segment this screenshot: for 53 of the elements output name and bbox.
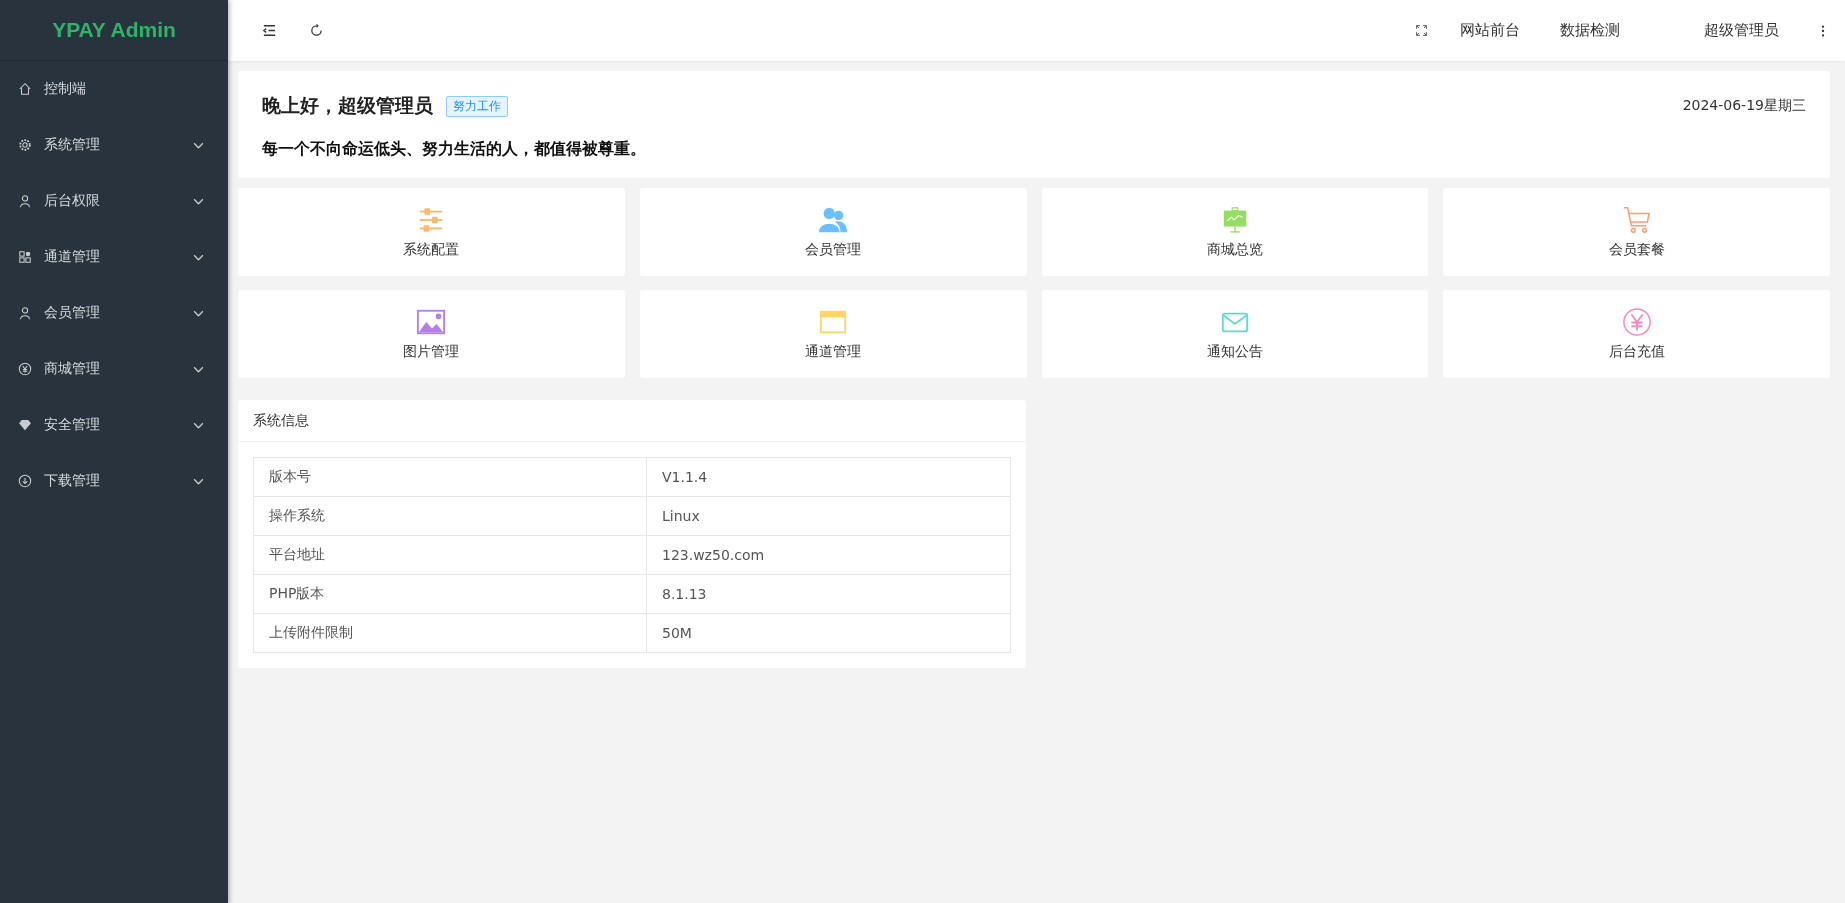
fullscreen-icon[interactable] [1415,24,1428,37]
table-cell: 8.1.13 [646,574,1011,614]
menu-fold-icon[interactable] [262,23,277,38]
shortcut-card[interactable]: 会员套餐 [1443,188,1830,276]
more-icon[interactable] [1821,23,1825,38]
menu-item[interactable]: 系统管理 [0,117,228,173]
shortcut-card[interactable]: 会员管理 [639,188,1027,276]
table-cell: 123.wz50.com [646,535,1011,575]
table-cell: 50M [646,613,1011,653]
menu-item[interactable]: 商城管理 [0,341,228,397]
shortcut-card[interactable]: 系统配置 [238,188,625,276]
shortcut-card[interactable]: 后台充值 [1443,290,1830,378]
shortcut-card[interactable]: 通知公告 [1041,290,1429,378]
chevron-down-icon [193,477,204,485]
chevron-down-icon [193,309,204,317]
home-icon [18,82,32,96]
menu-item[interactable]: 后台权限 [0,173,228,229]
gear-icon [18,138,32,152]
menu-item[interactable]: 会员管理 [0,285,228,341]
table-cell: 操作系统 [253,496,647,536]
shortcut-card[interactable]: 通道管理 [639,290,1027,378]
menu-item[interactable]: 通道管理 [0,229,228,285]
motto-text: 每一个不向命运低头、努力生活的人，都值得被尊重。 [262,139,647,160]
apps-icon [18,250,32,264]
download-icon [18,474,32,488]
table-cell: Linux [646,496,1011,536]
chevron-down-icon [193,141,204,149]
diamond-icon [18,418,32,432]
greeting-title: 晚上好，超级管理员 [262,93,433,118]
user-menu[interactable]: 超级管理员 [1704,21,1779,40]
chevron-down-icon [193,197,204,205]
chevron-down-icon [193,365,204,373]
menu-item[interactable]: 下载管理 [0,453,228,509]
shortcut-card[interactable]: 商城总览 [1041,188,1429,276]
nav-link[interactable]: 数据检测 [1560,21,1620,40]
chevron-down-icon [193,253,204,261]
table-cell: 上传附件限制 [253,613,647,653]
user-icon [18,194,32,208]
menu-item[interactable]: 安全管理 [0,397,228,453]
shortcut-card[interactable]: 图片管理 [238,290,625,378]
nav-link[interactable]: 网站前台 [1460,21,1520,40]
status-tag: 努力工作 [446,95,508,117]
chevron-down-icon [193,421,204,429]
refresh-icon[interactable] [309,23,324,38]
date-text: 2024-06-19星期三 [1682,97,1806,115]
menu-item[interactable]: 控制端 [0,61,228,117]
table-cell: 平台地址 [253,535,647,575]
table-cell: PHP版本 [253,574,647,614]
table-cell: V1.1.4 [646,457,1011,497]
user-icon [18,306,32,320]
table-cell: 版本号 [253,457,647,497]
panel-title: 系统信息 [238,400,1026,442]
yen-icon [18,362,32,376]
